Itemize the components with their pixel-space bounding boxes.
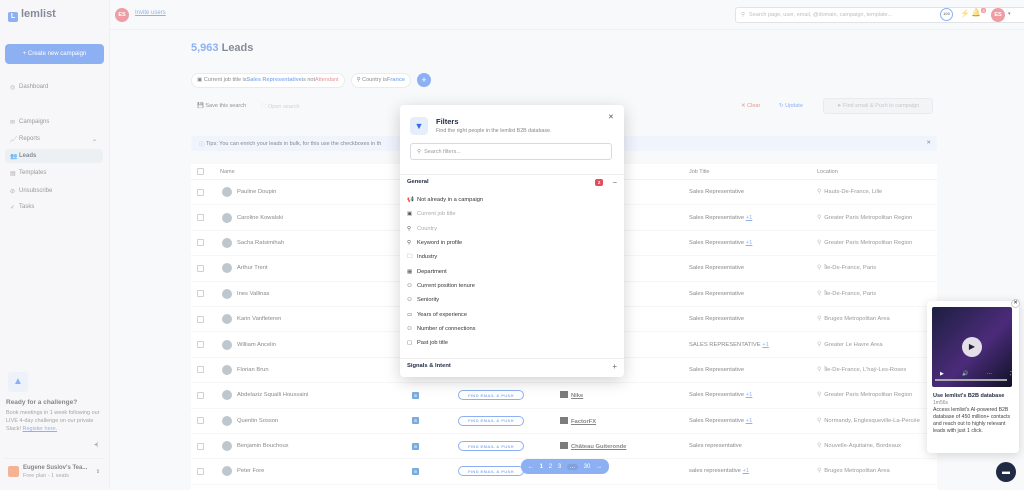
filter-option-label: Years of experience bbox=[417, 311, 468, 318]
filter-option-label: Past job title bbox=[417, 340, 448, 347]
filter-option-label: Not already in a campaign bbox=[417, 197, 484, 204]
section-signals-label: Signals & Intent bbox=[407, 363, 451, 369]
filter-option[interactable]: 📢 Not already in a campaign bbox=[407, 193, 607, 207]
calendar-icon: ▭ bbox=[407, 311, 413, 318]
close-modal-icon[interactable]: ✕ bbox=[608, 113, 614, 121]
section-general[interactable]: General 2− bbox=[400, 174, 624, 189]
video-title: Use lemlist's B2B database bbox=[933, 393, 1005, 399]
play-small-icon[interactable]: ▶ bbox=[940, 371, 944, 377]
section-general-count: 2 bbox=[594, 178, 604, 186]
briefcase-icon: ▢ bbox=[407, 340, 413, 347]
chat-icon[interactable]: ▬ bbox=[996, 462, 1016, 482]
video-desc: Access lemlist's AI-powered B2B database… bbox=[933, 407, 1011, 434]
filter-option-label: Number of connections bbox=[417, 325, 476, 332]
filter-option[interactable]: ▢ Past job title bbox=[407, 336, 607, 350]
modal-title: Filters bbox=[436, 117, 459, 126]
filter-option[interactable]: ⚇ Number of connections bbox=[407, 322, 607, 336]
video-progress[interactable] bbox=[935, 379, 1007, 381]
fullscreen-icon[interactable]: ⛶ bbox=[1010, 371, 1014, 377]
volume-icon[interactable]: 🔊 bbox=[962, 371, 968, 377]
filter-option[interactable]: ▣ Current job title bbox=[407, 207, 607, 221]
video-duration: 1m56s bbox=[933, 400, 949, 406]
expand-icon: + bbox=[612, 361, 617, 371]
play-icon[interactable]: ▶ bbox=[962, 337, 982, 357]
filter-option-label: Current position tenure bbox=[417, 282, 475, 289]
filters-modal: ▼ Filters Find the right people in the l… bbox=[400, 105, 624, 377]
pin-icon: ⚲ bbox=[407, 225, 412, 232]
filter-option-label: Keyword in profile bbox=[417, 240, 463, 247]
close-video-icon[interactable]: ✕ bbox=[1011, 299, 1020, 308]
section-general-label: General bbox=[407, 179, 429, 185]
person-icon: ⚇ bbox=[407, 297, 412, 304]
filter-search-input[interactable]: ⚲ Search filters... bbox=[410, 143, 612, 160]
badge-icon: ▣ bbox=[407, 211, 413, 218]
collapse-icon: − bbox=[612, 177, 617, 187]
modal-subtitle: Find the right people in the lemlist B2B… bbox=[436, 128, 552, 134]
filter-funnel-icon: ▼ bbox=[410, 117, 428, 135]
filter-option[interactable]: 🗀 Industry bbox=[407, 250, 607, 264]
filter-option-label: Industry bbox=[417, 254, 438, 261]
filter-option-label: Country bbox=[417, 225, 437, 232]
filter-option-label: Current job title bbox=[417, 211, 456, 218]
filter-option-label: Seniority bbox=[417, 297, 440, 304]
building-icon: ▦ bbox=[407, 268, 413, 275]
filter-option[interactable]: ⚇ Seniority bbox=[407, 293, 607, 307]
filter-option[interactable]: ▭ Years of experience bbox=[407, 307, 607, 321]
settings-icon[interactable]: ⋯ bbox=[987, 371, 992, 377]
filter-option[interactable]: ⚇ Current position tenure bbox=[407, 279, 607, 293]
filter-search-placeholder: Search filters... bbox=[424, 148, 461, 155]
video-controls: ▶ 🔊 ⋯ ⛶ bbox=[940, 371, 1014, 377]
filter-option-label: Department bbox=[417, 268, 447, 275]
video-player[interactable]: ▶ ▶ 🔊 ⋯ ⛶ bbox=[932, 307, 1014, 387]
filter-option[interactable]: ⚲ Country bbox=[407, 222, 607, 236]
search-icon: ⚲ bbox=[407, 240, 412, 247]
group-icon: ⚇ bbox=[407, 325, 412, 332]
filter-option[interactable]: ▦ Department bbox=[407, 265, 607, 279]
filter-option[interactable]: ⚲ Keyword in profile bbox=[407, 236, 607, 250]
search-icon: ⚲ bbox=[417, 148, 425, 155]
megaphone-icon: 📢 bbox=[407, 197, 414, 204]
video-widget: ✕ ▶ ▶ 🔊 ⋯ ⛶ Use lemlist's B2B database 1m56… bbox=[927, 299, 1020, 453]
folder-icon: 🗀 bbox=[407, 253, 413, 260]
section-signals[interactable]: Signals & Intent + bbox=[400, 358, 624, 373]
person-icon: ⚇ bbox=[407, 282, 412, 289]
